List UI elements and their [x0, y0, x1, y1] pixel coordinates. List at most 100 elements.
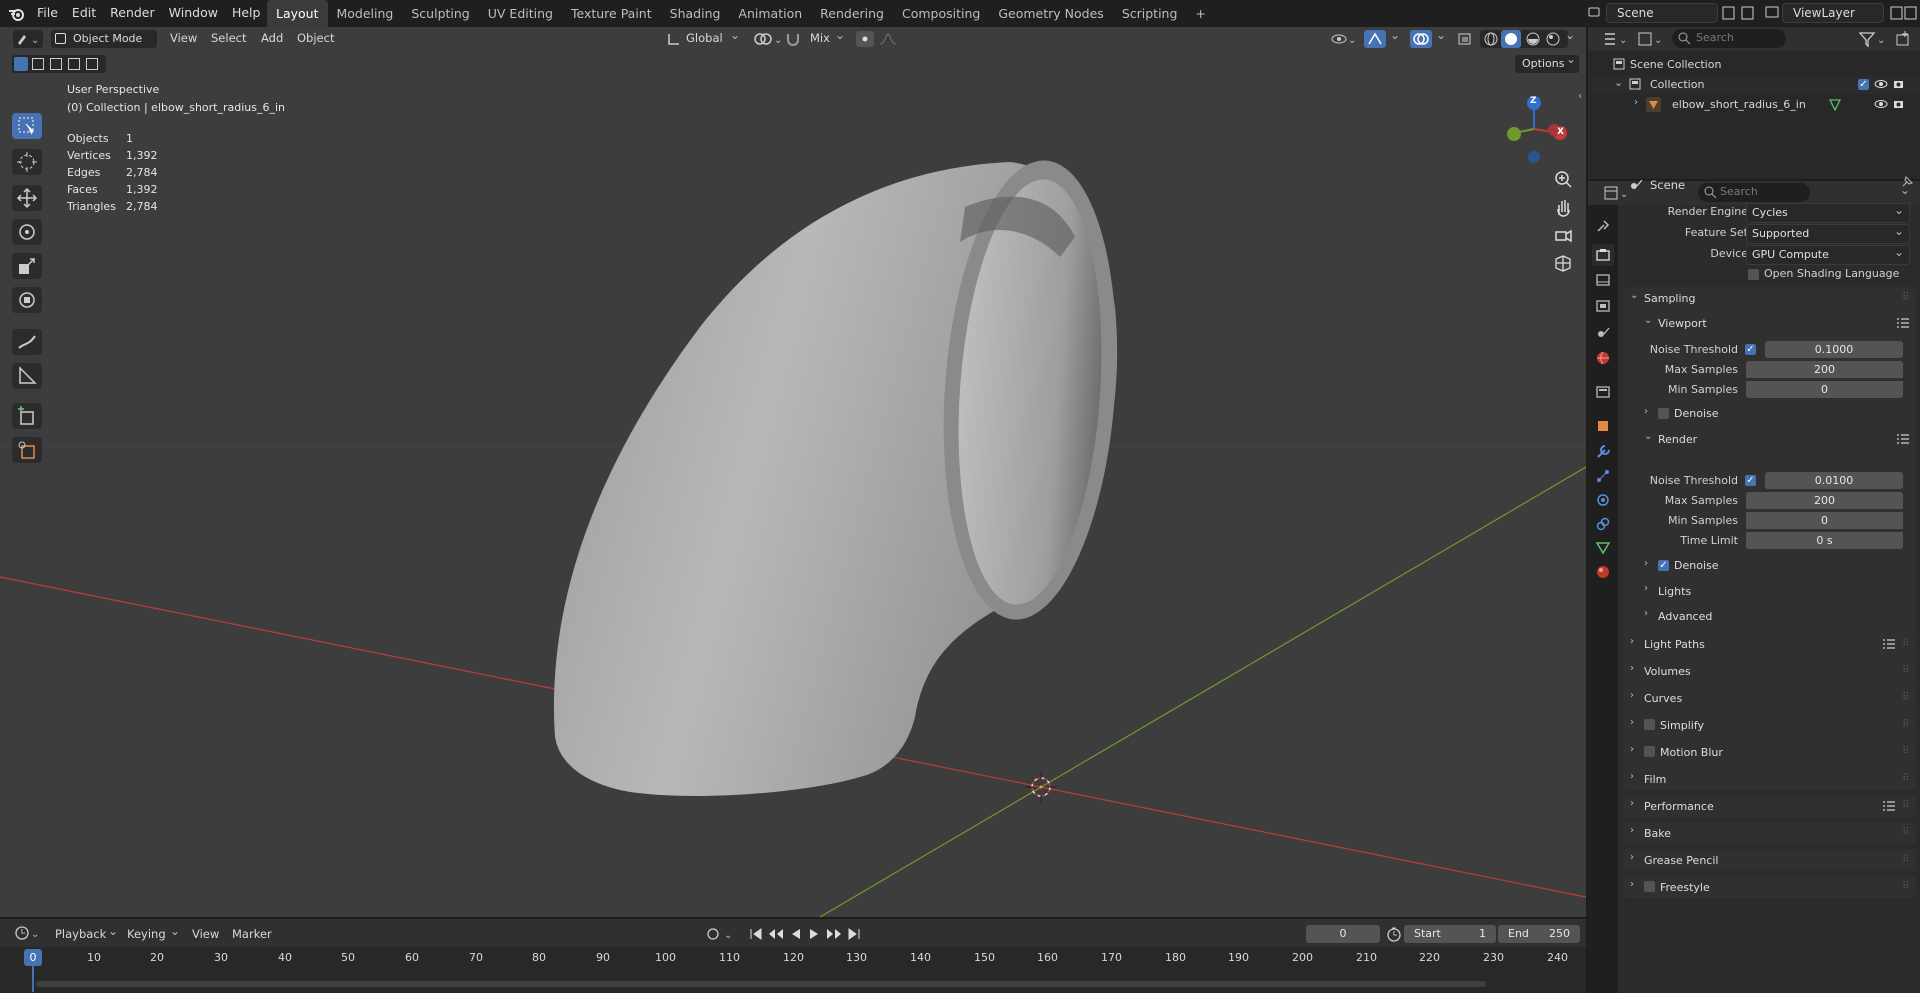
menu-select[interactable]: Select [211, 31, 246, 45]
auto-keying-icon[interactable]: ⌄ [704, 924, 740, 944]
material-shading-icon[interactable] [1524, 31, 1542, 47]
scene-selector[interactable]: Scene [1606, 3, 1718, 23]
menu-view[interactable]: View [192, 927, 219, 941]
timeline-editor-icon[interactable]: ⌄ [14, 924, 44, 945]
vp-noise-checkbox[interactable] [1745, 344, 1756, 355]
playhead-line[interactable] [32, 966, 34, 992]
simplify-panel[interactable]: › Simplify ⠿ [1624, 714, 1916, 736]
select-extend-icon[interactable] [32, 58, 44, 70]
menu-playback[interactable]: Playback [55, 927, 106, 941]
snap-icon[interactable] [784, 31, 802, 50]
editor-type-button[interactable]: ⌄ [12, 29, 44, 49]
mode-selector[interactable]: Object Mode [50, 29, 158, 49]
advanced-subpanel[interactable]: › Advanced [1638, 605, 1910, 627]
object-tool-icon[interactable] [12, 437, 42, 463]
select-new-icon[interactable] [14, 57, 28, 71]
presets-list-icon[interactable] [1896, 316, 1910, 330]
menu-window[interactable]: Window [162, 0, 225, 25]
freestyle-checkbox[interactable] [1644, 881, 1655, 892]
end-frame-field[interactable]: End 250 [1498, 925, 1580, 943]
tab-geometry-nodes[interactable]: Geometry Nodes [989, 0, 1112, 27]
play-icon[interactable] [806, 925, 822, 943]
select-subtract-icon[interactable] [50, 58, 62, 70]
camera-icon[interactable] [1893, 98, 1907, 110]
outliner-row-scene-collection[interactable]: Scene Collection [1588, 55, 1920, 74]
r-noise-checkbox[interactable] [1745, 475, 1756, 486]
pan-hand-icon[interactable] [1553, 197, 1573, 220]
drag-handle-icon[interactable]: ⠿ [1902, 773, 1909, 784]
tab-animation[interactable]: Animation [729, 0, 811, 27]
collection-exclude-checkbox[interactable] [1858, 79, 1869, 90]
collection-tab-icon[interactable] [1594, 383, 1612, 401]
zoom-icon[interactable] [1553, 169, 1573, 192]
scale-tool-icon[interactable] [12, 253, 42, 279]
blender-logo-icon[interactable] [8, 5, 26, 23]
sidebar-toggle-icon[interactable]: ‹ [1578, 89, 1582, 102]
view-layer-tab-icon[interactable] [1594, 297, 1612, 315]
tab-sculpting[interactable]: Sculpting [402, 0, 478, 27]
scene-tab-icon[interactable] [1594, 323, 1612, 341]
jump-end-icon[interactable] [846, 925, 862, 943]
grease-pencil-panel[interactable]: › Grease Pencil ⠿ [1624, 849, 1916, 871]
vp-min-samples-field[interactable]: 0 [1746, 381, 1903, 398]
modifier-tab-icon[interactable] [1594, 443, 1612, 461]
new-scene-icon[interactable] [1720, 4, 1756, 25]
viewlayer-icon[interactable] [1764, 3, 1780, 21]
viewport-subpanel-header[interactable]: ⌄ Viewport [1638, 312, 1910, 334]
tab-scripting[interactable]: Scripting [1113, 0, 1187, 27]
select-invert-icon[interactable] [68, 58, 80, 70]
timeline-ruler[interactable]: 0 10 20 30 40 50 60 70 80 90 100 110 120… [0, 948, 1586, 993]
menu-marker[interactable]: Marker [232, 927, 272, 941]
drag-handle-icon[interactable]: ⠿ [1902, 719, 1909, 730]
r-max-samples-field[interactable]: 200 [1746, 492, 1903, 509]
menu-help[interactable]: Help [225, 0, 268, 25]
camera-icon[interactable] [1893, 78, 1907, 90]
tab-compositing[interactable]: Compositing [893, 0, 989, 27]
tab-layout[interactable]: Layout [267, 0, 328, 27]
menu-file[interactable]: File [30, 0, 65, 25]
display-mode-icon[interactable]: ⌄ [1636, 30, 1666, 51]
simplify-checkbox[interactable] [1644, 719, 1655, 730]
3d-cursor[interactable] [1025, 771, 1057, 803]
drag-handle-icon[interactable]: ⠿ [1902, 800, 1909, 811]
curves-panel[interactable]: › Curves ⠿ [1624, 687, 1916, 709]
menu-edit[interactable]: Edit [65, 0, 103, 25]
presets-list-icon[interactable] [1882, 637, 1896, 651]
annotate-tool-icon[interactable] [12, 329, 42, 355]
chevron-right-icon[interactable]: › [1634, 97, 1638, 108]
drag-handle-icon[interactable]: ⠿ [1902, 292, 1909, 303]
vp-max-samples-field[interactable]: 200 [1746, 361, 1903, 378]
constraints-tab-icon[interactable] [1594, 515, 1612, 533]
measure-tool-icon[interactable] [12, 363, 42, 389]
prev-keyframe-icon[interactable] [766, 925, 786, 943]
scene-icon[interactable] [1588, 3, 1602, 21]
cursor-tool-icon[interactable] [12, 149, 42, 175]
add-workspace-button[interactable]: + [1186, 0, 1214, 27]
transform-orientation[interactable]: Global ⌄ [666, 28, 746, 48]
r-min-samples-field[interactable]: 0 [1746, 512, 1903, 529]
stopwatch-icon[interactable] [1386, 926, 1402, 942]
tab-uv-editing[interactable]: UV Editing [479, 0, 562, 27]
menu-object[interactable]: Object [297, 31, 334, 45]
snap-mode-label[interactable]: Mix [810, 31, 830, 45]
mesh-data-icon[interactable] [1828, 98, 1842, 111]
tab-shading[interactable]: Shading [661, 0, 730, 27]
data-tab-icon[interactable] [1594, 539, 1612, 557]
play-reverse-icon[interactable] [788, 925, 804, 943]
pivot-icon[interactable]: ⌄ [752, 31, 782, 50]
vp-noise-field[interactable]: 0.1000 [1765, 341, 1903, 358]
visibility-icon[interactable]: ⌄ [1330, 30, 1358, 51]
drag-handle-icon[interactable]: ⠿ [1902, 665, 1909, 676]
filter-icon[interactable]: ⌄ [1858, 30, 1886, 51]
rendered-shading-icon[interactable] [1544, 31, 1562, 47]
r-denoise-checkbox[interactable] [1658, 560, 1669, 571]
chevron-down-icon[interactable]: ⌄ [1614, 76, 1623, 89]
menu-render[interactable]: Render [103, 0, 162, 25]
volumes-panel[interactable]: › Volumes ⠿ [1624, 660, 1916, 682]
menu-view[interactable]: View [170, 31, 197, 45]
drag-handle-icon[interactable]: ⠿ [1902, 854, 1909, 865]
bake-panel[interactable]: › Bake ⠿ [1624, 822, 1916, 844]
tab-rendering[interactable]: Rendering [811, 0, 893, 27]
pin-icon[interactable] [1900, 175, 1914, 189]
output-tab-icon[interactable] [1594, 271, 1612, 289]
